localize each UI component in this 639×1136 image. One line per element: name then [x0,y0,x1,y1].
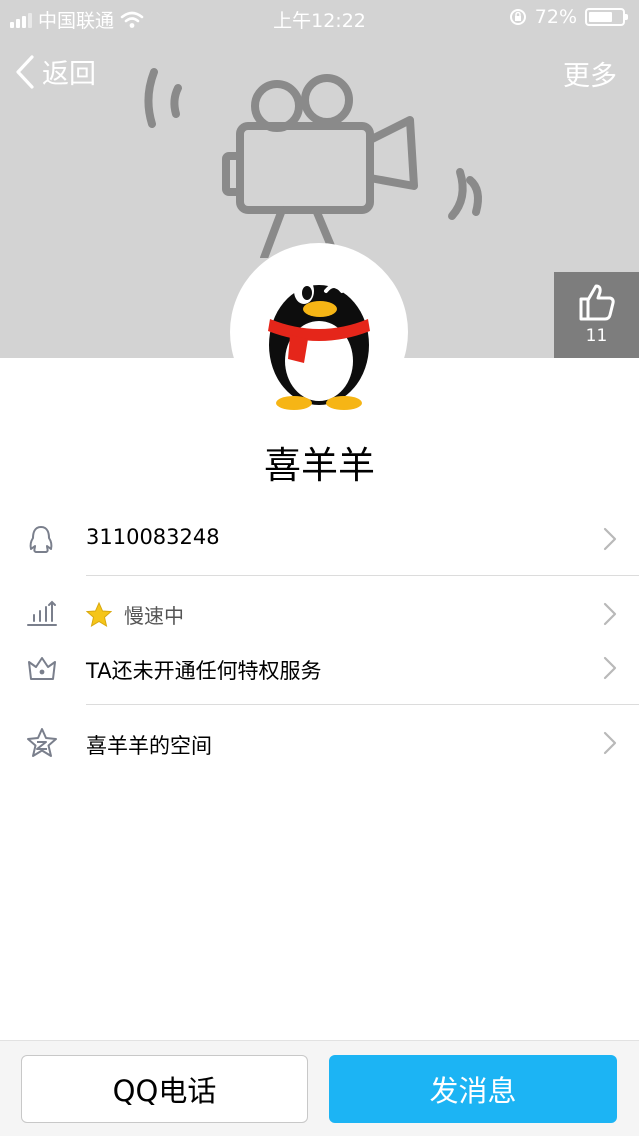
video-camera-icon [144,68,482,258]
battery-fill [589,12,612,22]
divider [86,575,639,576]
crown-icon [28,657,56,680]
privilege-row[interactable]: TA还未开通任何特权服务 [0,642,639,694]
chevron-left-icon [16,54,34,89]
privilege-text: TA还未开通任何特权服务 [86,659,322,683]
orientation-lock-icon [509,9,526,25]
qq-number: 3110083248 [86,525,220,549]
more-button[interactable]: 更多 [563,54,617,93]
back-button[interactable]: 返回 [14,52,96,91]
like-count: 11 [585,326,608,346]
send-message-button[interactable]: 发消息 [329,1055,617,1123]
back-label: 返回 [42,59,96,90]
status-right: 72% [509,6,628,28]
divider [86,704,639,705]
battery-icon [585,8,628,26]
nickname: 喜羊羊 [264,444,375,487]
qq-number-row[interactable]: 3110083248 [0,512,639,566]
qzone-space-row[interactable]: 喜羊羊的空间 [0,716,639,770]
qzone-star-icon [27,728,57,757]
chevron-right-icon [603,602,617,626]
chevron-right-icon [603,731,617,755]
avatar[interactable] [230,243,408,421]
speed-status-group: 慢速中 [86,600,184,629]
star-level-icon [86,601,112,627]
qq-call-button[interactable]: QQ电话 [21,1055,308,1123]
bottom-action-bar: QQ电话 发消息 [0,1040,639,1136]
qzone-space-label: 喜羊羊的空间 [86,734,212,758]
speed-status: 慢速中 [124,604,184,628]
level-chart-icon [27,600,57,626]
qq-penguin-avatar [268,278,370,410]
qq-penguin-outline-icon [29,526,53,553]
thumbs-up-icon [579,284,615,321]
battery-percent: 72% [534,6,577,28]
like-button[interactable]: 11 [554,272,639,358]
level-row[interactable]: 慢速中 [0,590,639,638]
chevron-right-icon [603,527,617,551]
chevron-right-icon [603,656,617,680]
status-bar: 中国联通 上午12:22 72% [0,0,639,36]
